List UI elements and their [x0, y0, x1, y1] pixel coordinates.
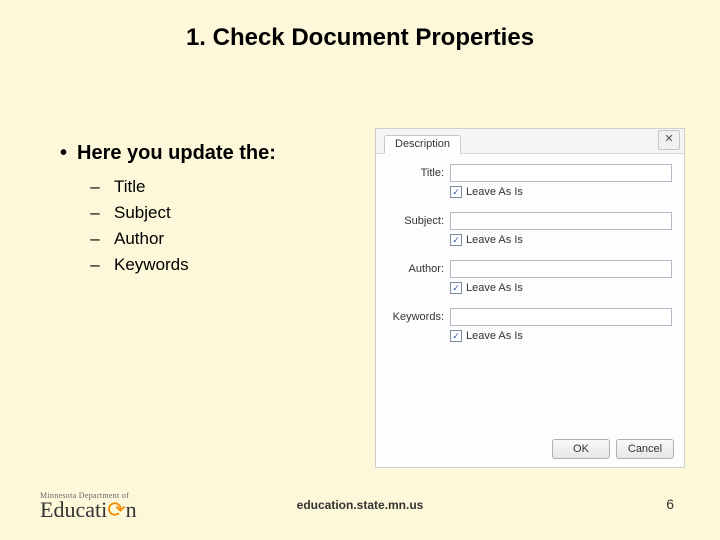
leave-as-is-row: ✓ Leave As Is [450, 282, 672, 294]
sub-item: – Author [90, 228, 360, 250]
field-group-keywords: Keywords: ✓ Leave As Is [388, 308, 672, 342]
dash-icon: – [90, 254, 100, 276]
subject-input[interactable] [450, 212, 672, 230]
leave-as-is-checkbox[interactable]: ✓ [450, 282, 462, 294]
leave-as-is-checkbox[interactable]: ✓ [450, 234, 462, 246]
dialog-tabbar: Description ✕ [376, 129, 684, 154]
page-number: 6 [666, 496, 674, 512]
check-icon: ✓ [452, 236, 460, 245]
dialog-button-row: OK Cancel [552, 439, 674, 459]
check-icon: ✓ [452, 332, 460, 341]
author-label: Author: [388, 263, 444, 275]
sub-item: – Keywords [90, 254, 360, 276]
keywords-input[interactable] [450, 308, 672, 326]
bullet-text: Here you update the: [77, 140, 276, 166]
leave-as-is-row: ✓ Leave As Is [450, 330, 672, 342]
close-icon: ✕ [664, 133, 673, 145]
leave-as-is-label: Leave As Is [466, 330, 523, 342]
leave-as-is-label: Leave As Is [466, 234, 523, 246]
dash-icon: – [90, 228, 100, 250]
sub-bullet-list: – Title – Subject – Author – Keywords [90, 176, 360, 276]
close-button[interactable]: ✕ [658, 130, 680, 150]
author-input[interactable] [450, 260, 672, 278]
check-icon: ✓ [452, 284, 460, 293]
leave-as-is-label: Leave As Is [466, 186, 523, 198]
field-group-subject: Subject: ✓ Leave As Is [388, 212, 672, 246]
check-icon: ✓ [452, 188, 460, 197]
tab-description[interactable]: Description [384, 135, 461, 154]
field-group-title: Title: ✓ Leave As Is [388, 164, 672, 198]
title-input[interactable] [450, 164, 672, 182]
sub-item-label: Title [114, 176, 146, 198]
bullet-dot-icon: • [60, 140, 67, 166]
sub-item: – Title [90, 176, 360, 198]
leave-as-is-label: Leave As Is [466, 282, 523, 294]
sub-item-label: Author [114, 228, 164, 250]
subject-label: Subject: [388, 215, 444, 227]
sub-item: – Subject [90, 202, 360, 224]
sub-item-label: Subject [114, 202, 171, 224]
footer-url: education.state.mn.us [0, 498, 720, 512]
leave-as-is-checkbox[interactable]: ✓ [450, 330, 462, 342]
keywords-label: Keywords: [388, 311, 444, 323]
bullet-item: • Here you update the: [60, 140, 360, 166]
ok-button[interactable]: OK [552, 439, 610, 459]
dash-icon: – [90, 202, 100, 224]
content-body: • Here you update the: – Title – Subject… [60, 140, 360, 280]
dash-icon: – [90, 176, 100, 198]
properties-dialog: Description ✕ Title: ✓ Leave As Is Subje… [375, 128, 685, 468]
leave-as-is-row: ✓ Leave As Is [450, 234, 672, 246]
title-label: Title: [388, 167, 444, 179]
slide: 1. Check Document Properties • Here you … [0, 0, 720, 540]
sub-item-label: Keywords [114, 254, 189, 276]
field-group-author: Author: ✓ Leave As Is [388, 260, 672, 294]
cancel-button[interactable]: Cancel [616, 439, 674, 459]
leave-as-is-row: ✓ Leave As Is [450, 186, 672, 198]
leave-as-is-checkbox[interactable]: ✓ [450, 186, 462, 198]
dialog-body: Title: ✓ Leave As Is Subject: ✓ Leave As… [376, 154, 684, 362]
slide-title: 1. Check Document Properties [0, 24, 720, 52]
